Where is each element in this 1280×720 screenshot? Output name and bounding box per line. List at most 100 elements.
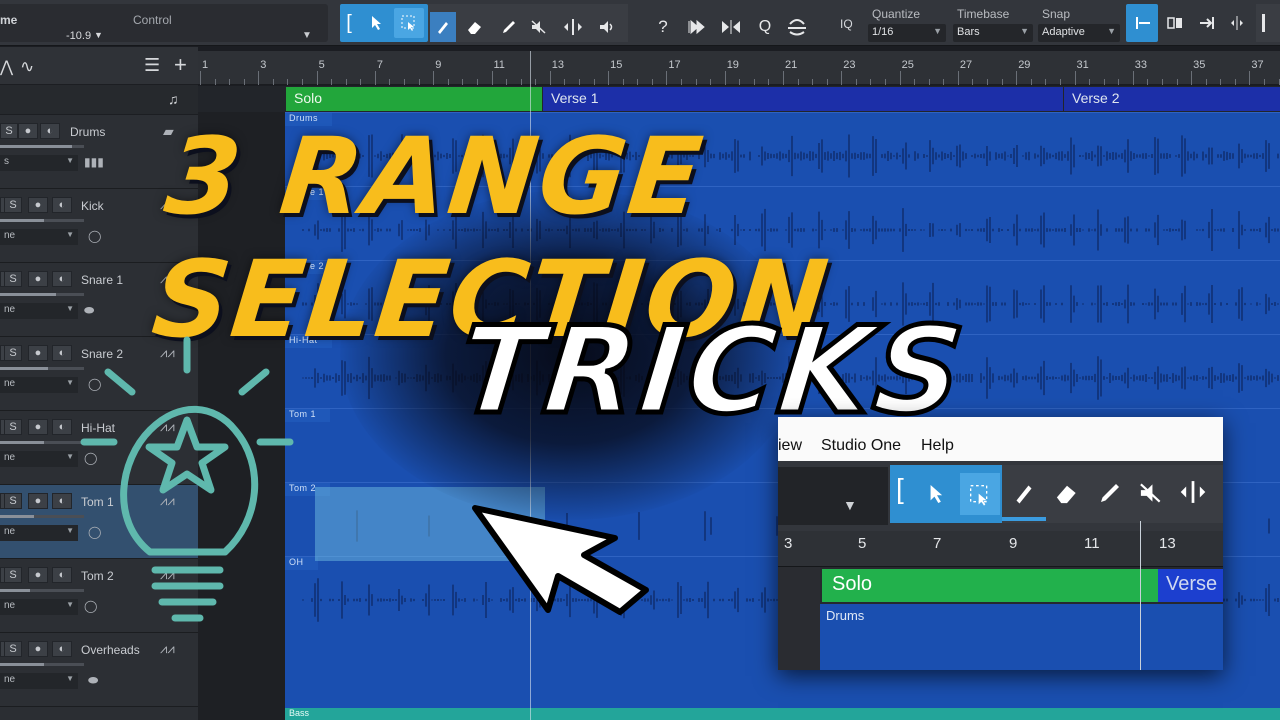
eraser-tool-icon[interactable] (1054, 481, 1080, 505)
ripple-icon[interactable] (784, 12, 810, 42)
record-button[interactable]: ● (28, 345, 48, 361)
automation-tool-icon[interactable]: ⋀ (0, 57, 13, 77)
track-name[interactable]: Snare 1 (81, 273, 123, 287)
menu-view[interactable]: iew (778, 437, 802, 455)
autoscroll-icon[interactable] (1224, 8, 1250, 38)
arrow-tool-icon[interactable] (928, 483, 946, 505)
menu-help[interactable]: Help (921, 437, 954, 455)
input-select[interactable]: ne ▼ (0, 303, 78, 319)
solo-button[interactable]: S (4, 641, 22, 657)
chevron-down-icon[interactable]: ▼ (302, 30, 312, 41)
range-bracket-icon[interactable]: [ (896, 473, 904, 505)
music-note-icon[interactable]: ♫ (168, 91, 179, 107)
input-select[interactable]: ne ▼ (0, 525, 78, 541)
link-icon[interactable]: ⬬ (84, 303, 94, 318)
track-name[interactable]: Overheads (81, 643, 140, 657)
marker-verse-2[interactable]: Verse 2 (1064, 87, 1280, 111)
volume-fader[interactable] (0, 515, 84, 518)
record-button[interactable]: ● (28, 271, 48, 287)
solo-button[interactable]: S (4, 419, 22, 435)
paint-tool-icon[interactable] (430, 12, 456, 42)
monitor-button[interactable]: ◐ (52, 271, 72, 287)
inset-ruler[interactable]: 3 5 7 9 11 13 (778, 531, 1223, 567)
input-select[interactable]: ne ▼ (0, 229, 78, 245)
marker-verse-1[interactable]: Verse 1 (543, 87, 1063, 111)
volume-fader[interactable] (0, 293, 84, 296)
split-tool-icon[interactable] (1178, 479, 1208, 505)
track-name[interactable]: Drums (70, 125, 105, 139)
inset-marker-solo[interactable]: Solo (822, 569, 1158, 602)
toolbar-overflow[interactable] (1256, 4, 1280, 42)
help-icon[interactable]: ? (650, 12, 676, 42)
pencil-tool-icon[interactable] (1098, 481, 1122, 505)
automation-curve-icon[interactable]: ∿ (20, 57, 34, 77)
chevron-down-icon[interactable]: ▼ (94, 30, 103, 40)
input-select[interactable]: ne ▼ (0, 377, 78, 393)
monitor-button[interactable]: ◐ (52, 197, 72, 213)
solo-button[interactable]: S (4, 567, 22, 583)
solo-button[interactable]: S (4, 271, 22, 287)
record-button[interactable]: ● (28, 419, 48, 435)
menu-studio-one[interactable]: Studio One (821, 437, 901, 455)
bend-icon[interactable] (718, 12, 744, 42)
input-select[interactable]: ne ▼ (0, 599, 78, 615)
inset-marker-verse[interactable]: Verse (1158, 569, 1223, 602)
listen-tool-icon[interactable] (594, 12, 620, 42)
add-track-icon[interactable]: + (174, 52, 187, 78)
pencil-tool-icon[interactable] (496, 12, 522, 42)
track-header[interactable]: S ● ◐ Overheads ne ▼ ⩘⩘ ⬬ (0, 633, 198, 707)
monitor-button[interactable]: ◐ (52, 641, 72, 657)
mute-tool-icon[interactable] (1138, 481, 1164, 505)
ff-icon[interactable] (684, 12, 710, 42)
timebase-select[interactable]: Bars ▼ (953, 24, 1033, 42)
timeline-ruler[interactable]: 1 3 5 7 9 11 13 15 17 19 21 23 25 27 29 31 33 35 37 (198, 51, 1280, 85)
monitor-button[interactable]: ◐ (52, 567, 72, 583)
bars-icon[interactable]: ▮▮▮ (84, 155, 104, 169)
range-bracket-icon[interactable]: [ (342, 8, 356, 38)
monitor-button[interactable]: ◐ (52, 493, 72, 509)
chevron-down-icon[interactable]: ▼ (843, 497, 857, 513)
level-value[interactable]: -10.9 (66, 30, 91, 42)
volume-fader[interactable] (0, 663, 84, 666)
record-button[interactable]: ● (28, 197, 48, 213)
range-tool-icon[interactable] (960, 473, 1000, 515)
volume-fader[interactable] (0, 367, 84, 370)
input-select[interactable]: s ▼ (0, 155, 78, 171)
quantize-select[interactable]: 1/16 ▼ (868, 24, 946, 42)
solo-button[interactable]: S (0, 123, 18, 139)
track-name[interactable]: Kick (81, 199, 104, 213)
monitor-button[interactable]: ◐ (52, 419, 72, 435)
list-menu-icon[interactable]: ☰ (144, 55, 160, 76)
record-button[interactable]: ● (28, 641, 48, 657)
range-tool-icon[interactable] (394, 8, 424, 38)
paint-tool-icon[interactable] (1012, 481, 1036, 505)
snap-cursor-icon[interactable] (1194, 8, 1220, 38)
volume-fader[interactable] (0, 589, 84, 592)
input-select[interactable]: ne ▼ (0, 451, 78, 467)
volume-fader[interactable] (0, 145, 84, 148)
solo-button[interactable]: S (4, 493, 22, 509)
marker-solo[interactable]: Solo (286, 87, 542, 111)
record-button[interactable]: ● (18, 123, 38, 139)
solo-button[interactable]: S (4, 345, 22, 361)
iq-label[interactable]: IQ (840, 17, 853, 31)
eraser-tool-icon[interactable] (462, 12, 488, 42)
split-tool-icon[interactable] (560, 12, 586, 42)
monitor-button[interactable]: ◐ (40, 123, 60, 139)
input-select[interactable]: ne ▼ (0, 673, 78, 689)
ruler-tick (389, 79, 391, 85)
volume-fader[interactable] (0, 219, 84, 222)
link-icon[interactable]: ⬬ (88, 673, 98, 688)
mute-tool-icon[interactable] (526, 12, 552, 42)
circle-icon[interactable]: ◯ (88, 229, 101, 243)
record-button[interactable]: ● (28, 493, 48, 509)
zoom-icon[interactable]: Q (752, 12, 778, 42)
snap-events-icon[interactable] (1162, 8, 1188, 38)
snap-select[interactable]: Adaptive ▼ (1038, 24, 1120, 42)
monitor-button[interactable]: ◐ (52, 345, 72, 361)
arrow-tool-icon[interactable] (362, 8, 392, 38)
snap-to-grid-icon[interactable] (1128, 8, 1158, 38)
volume-fader[interactable] (0, 441, 84, 444)
solo-button[interactable]: S (4, 197, 22, 213)
record-button[interactable]: ● (28, 567, 48, 583)
